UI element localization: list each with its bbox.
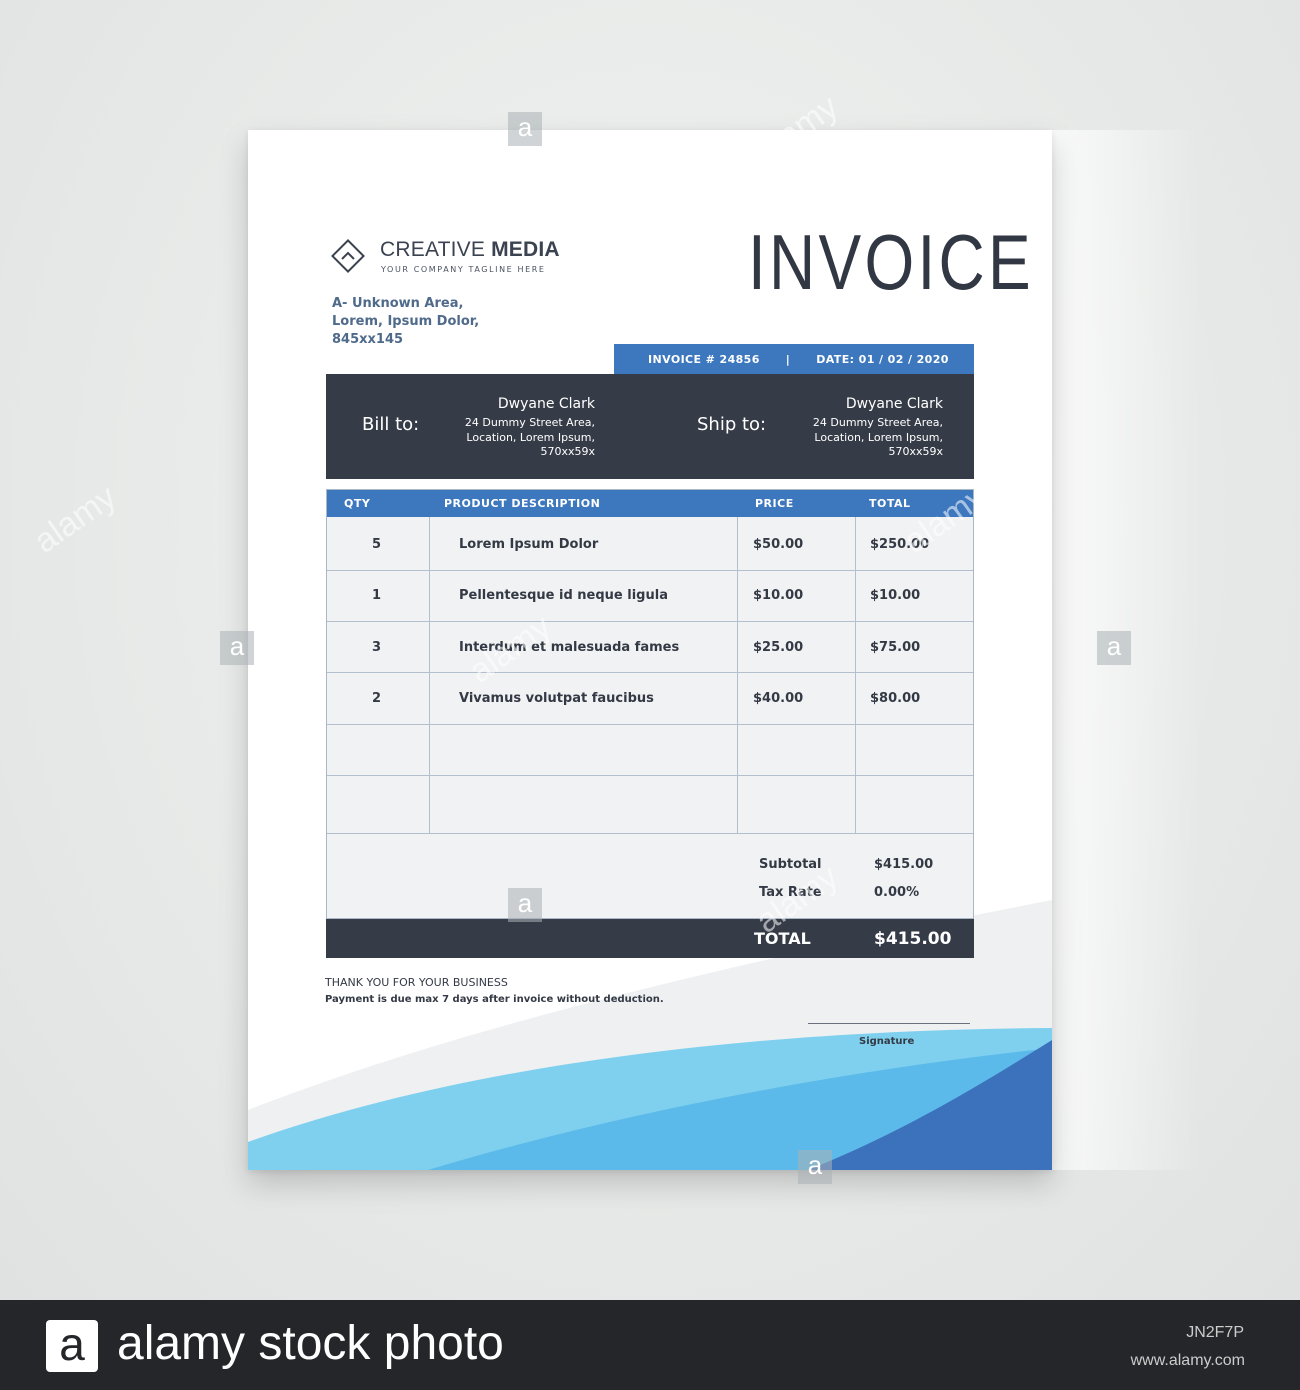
image-id: JN2F7P [1186,1324,1244,1341]
company-tagline: YOUR COMPANY TAGLINE HERE [381,265,546,274]
tax-rate-value: 0.00% [874,885,920,900]
row-description: Vivamus volutpat faucibus [459,691,654,706]
party-block: Bill to: Dwyane Clark 24 Dummy Street Ar… [326,374,974,479]
row-divider [327,775,973,776]
header-total: TOTAL [869,497,911,510]
row-price: $50.00 [753,537,804,552]
invoice-title: INVOICE [748,218,1034,306]
column-divider [737,517,738,833]
row-divider [327,724,973,725]
watermark-logo: a [798,1150,832,1184]
alamy-logo-icon: a [46,1320,98,1372]
row-price: $10.00 [753,588,804,603]
bill-to-address: 24 Dummy Street Area, Location, Lorem Ip… [464,416,595,458]
row-description: Pellentesque id neque ligula [459,588,668,603]
invoice-meta-bar: INVOICE # 24856 | DATE: 01 / 02 / 2020 [614,344,974,374]
payment-terms: Payment is due max 7 days after invoice … [325,994,664,1005]
row-qty: 5 [372,537,382,552]
company-address: A- Unknown Area, Lorem, Ipsum Dolor, 845… [332,296,480,347]
watermark-logo: a [1097,631,1131,665]
ship-to-address: 24 Dummy Street Area, Location, Lorem Ip… [812,416,943,458]
company-logo-icon [331,239,365,273]
watermark-logo: a [508,112,542,146]
stock-banner-text: alamy stock photo [117,1317,504,1370]
thank-you-note: THANK YOU FOR YOUR BUSINESS [325,976,508,989]
row-price: $25.00 [753,640,804,655]
header-description: PRODUCT DESCRIPTION [444,497,601,510]
row-price: $40.00 [753,691,804,706]
column-divider [429,517,430,833]
row-total: $80.00 [870,691,921,706]
meta-separator: | [785,352,791,366]
table-header: QTY PRODUCT DESCRIPTION PRICE TOTAL [327,490,973,517]
signature-line [808,1023,970,1024]
watermark-logo: a [220,631,254,665]
company-name: CREATIVE MEDIA [380,238,560,261]
header-price: PRICE [755,497,794,510]
total-bar: TOTAL $415.00 [326,919,974,958]
items-table: QTY PRODUCT DESCRIPTION PRICE TOTAL 5 Lo… [326,489,974,919]
row-total: $10.00 [870,588,921,603]
row-divider [327,570,973,571]
header-qty: QTY [344,497,371,510]
invoice-date: DATE: 01 / 02 / 2020 [816,352,949,366]
row-description: Lorem Ipsum Dolor [459,537,599,552]
signature-label: Signature [859,1036,915,1047]
row-divider [327,833,973,834]
bill-to-name: Dwyane Clark [497,396,595,412]
ship-to-label: Ship to: [697,414,767,435]
invoice-number: INVOICE # 24856 [648,352,760,366]
row-qty: 1 [372,588,382,603]
column-divider [855,517,856,833]
row-divider [327,621,973,622]
row-total: $75.00 [870,640,921,655]
ship-to-name: Dwyane Clark [845,396,943,412]
row-qty: 2 [372,691,382,706]
total-value: $415.00 [874,929,952,949]
subtotal-value: $415.00 [874,857,934,872]
row-qty: 3 [372,640,382,655]
watermark-logo: a [508,888,542,922]
bill-to-label: Bill to: [362,414,420,435]
stock-footer-banner: a alamy stock photo JN2F7P www.alamy.com [0,1300,1300,1390]
stock-url: www.alamy.com [1130,1352,1245,1369]
row-divider [327,672,973,673]
